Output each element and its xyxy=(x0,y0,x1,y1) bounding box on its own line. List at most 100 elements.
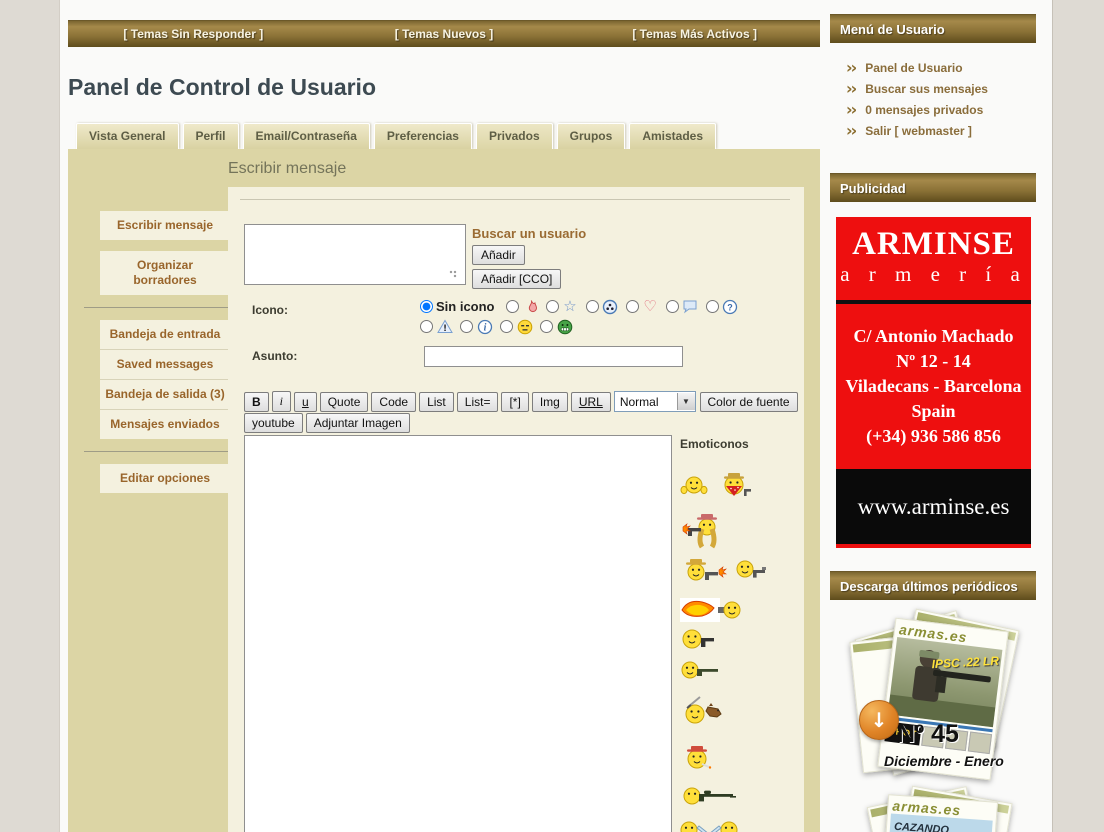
arminse-address-line: Nº 12 - 14 xyxy=(836,349,1031,374)
double-chevron-icon: ›› xyxy=(846,100,855,119)
toolbar-button-color-de-fuente[interactable]: Color de fuente xyxy=(700,392,798,412)
tab-grupos[interactable]: Grupos xyxy=(557,123,626,149)
icon-radio-smiley-grin[interactable] xyxy=(540,320,553,333)
toolbar-button-code[interactable]: Code xyxy=(371,392,416,412)
tab-email-contrase-a[interactable]: Email/Contraseña xyxy=(243,123,370,149)
newspaper-2-caption: CAZANDO xyxy=(894,821,950,832)
top-link-temas-sin-responder[interactable]: [ Temas Sin Responder ] xyxy=(68,27,319,41)
icon-option-heart[interactable]: ♡ xyxy=(626,298,659,315)
emoticon-duel-smileys[interactable] xyxy=(680,817,738,832)
emoticon-machinegun-smiley[interactable] xyxy=(734,557,768,587)
message-textarea[interactable] xyxy=(244,435,672,832)
icon-option-smiley-grin[interactable] xyxy=(540,318,573,335)
format-toolbar-row1: BiuQuoteCodeListList=[*]ImgURLNormal▼Col… xyxy=(244,391,801,412)
toolbar-button-list[interactable]: List= xyxy=(457,392,499,412)
svg-text:?: ? xyxy=(727,302,733,312)
user-menu-item-0-mensajes-privados[interactable]: ››0 mensajes privados xyxy=(846,99,1036,120)
emoticon-pistol-smiley[interactable] xyxy=(680,625,716,653)
icon-option-flame[interactable] xyxy=(506,298,539,315)
info-icon: i xyxy=(476,318,493,335)
emoticon-cowboy-pistol-smiley[interactable] xyxy=(680,555,728,589)
download-arrow-button[interactable]: ↓ xyxy=(859,700,899,740)
compose-heading: Escribir mensaje xyxy=(228,160,346,178)
toolbar-button-url[interactable]: URL xyxy=(571,392,611,412)
icon-option-info[interactable]: i xyxy=(460,318,493,335)
icon-radio-warning[interactable] xyxy=(420,320,433,333)
tab-bar: Vista GeneralPerfilEmail/ContraseñaPrefe… xyxy=(76,122,720,149)
icon-radio-info[interactable] xyxy=(460,320,473,333)
icon-option-question[interactable]: ? xyxy=(706,298,739,315)
issue-number: Nº 45 xyxy=(897,720,959,749)
sidebar-item-organizar-borradores[interactable]: Organizar borradores xyxy=(100,251,230,295)
subject-label: Asunto: xyxy=(252,349,297,363)
icon-radio-heart[interactable] xyxy=(626,300,639,313)
tab-perfil[interactable]: Perfil xyxy=(183,123,239,149)
icon-radio-star[interactable] xyxy=(546,300,559,313)
downloads-header: Descarga últimos periódicos xyxy=(830,571,1036,600)
icon-radio-speech[interactable] xyxy=(666,300,679,313)
sidebar-item-bandeja-de-entrada[interactable]: Bandeja de entrada xyxy=(100,320,230,349)
icon-radio-smiley-neutral[interactable] xyxy=(500,320,513,333)
icon-radio-ball[interactable] xyxy=(586,300,599,313)
toolbar-button-i[interactable]: i xyxy=(272,391,291,412)
sidebar-item-saved-messages[interactable]: Saved messages xyxy=(100,349,230,379)
tab-vista-general[interactable]: Vista General xyxy=(76,123,179,149)
emoticon-wave-smiley[interactable] xyxy=(680,470,708,500)
toolbar-button-quote[interactable]: Quote xyxy=(320,392,369,412)
user-menu-item-salir-webmaster[interactable]: ››Salir [ webmaster ] xyxy=(846,120,1036,141)
toolbar-button-youtube[interactable]: youtube xyxy=(244,413,303,433)
sidebar-item-escribir-mensaje[interactable]: Escribir mensaje xyxy=(100,211,230,240)
arminse-ad[interactable]: ARMINSE a r m e r í a C/ Antonio Machado… xyxy=(836,217,1031,548)
icon-option-none[interactable]: Sin icono xyxy=(420,299,499,314)
icon-option-star[interactable]: ☆ xyxy=(546,298,579,315)
emoticon-cowboy-rifle-smiley[interactable] xyxy=(680,511,726,549)
emoticon-smoking-cowboy-smiley[interactable] xyxy=(680,739,716,775)
emoticon-rifle-smiley[interactable] xyxy=(680,657,720,683)
sidebar-item-editar-opciones[interactable]: Editar opciones xyxy=(100,464,230,493)
icon-option-smiley-neutral[interactable] xyxy=(500,318,533,335)
toolbar-button-[interactable]: [*] xyxy=(501,392,528,412)
icon-option-warning[interactable]: ! xyxy=(420,318,453,335)
user-menu-item-buscar-sus-mensajes[interactable]: ››Buscar sus mensajes xyxy=(846,78,1036,99)
resize-grip-icon[interactable] xyxy=(449,270,457,278)
icon-radio-question[interactable] xyxy=(706,300,719,313)
emoticon-sniper-smiley[interactable] xyxy=(680,781,736,809)
toolbar-button-img[interactable]: Img xyxy=(532,392,568,412)
recipients-textarea[interactable] xyxy=(244,224,466,285)
search-user-label: Buscar un usuario xyxy=(472,226,586,241)
tab-amistades[interactable]: Amistades xyxy=(629,123,716,149)
icon-option-ball[interactable] xyxy=(586,298,619,315)
add-bcc-button[interactable]: Añadir [CCO] xyxy=(472,269,561,289)
icon-option-speech[interactable] xyxy=(666,298,699,315)
add-button[interactable]: Añadir xyxy=(472,245,525,265)
subject-input[interactable] xyxy=(424,346,683,367)
left-nav: Escribir mensaje Organizar borradores Band… xyxy=(100,211,230,493)
smiley-neutral-icon xyxy=(516,318,533,335)
arminse-ad-subtitle: a r m e r í a xyxy=(836,261,1031,287)
icon-radio-flame[interactable] xyxy=(506,300,519,313)
font-size-select-value: Normal xyxy=(615,395,677,409)
top-link-temas-m-s-activos[interactable]: [ Temas Más Activos ] xyxy=(569,27,820,41)
toolbar-button-b[interactable]: B xyxy=(244,392,269,412)
sidebar-item-bandeja-de-salida-3[interactable]: Bandeja de salida (3) xyxy=(100,379,230,409)
sidebar-item-mensajes-enviados[interactable]: Mensajes enviados xyxy=(100,409,230,439)
newspaper-1-photo: IPSC .22 LR xyxy=(888,637,1003,727)
dropdown-arrow-icon[interactable]: ▼ xyxy=(677,393,695,410)
emoticon-flamethrower-smiley[interactable] xyxy=(680,597,742,623)
toolbar-button-adjuntar-imagen[interactable]: Adjuntar Imagen xyxy=(306,413,410,433)
emoticon-horse-sword-smiley[interactable] xyxy=(680,693,724,731)
tab-privados[interactable]: Privados xyxy=(476,123,553,151)
double-chevron-icon: ›› xyxy=(846,121,855,140)
user-menu-item-panel-de-usuario[interactable]: ››Panel de Usuario xyxy=(846,57,1036,78)
emoticon-bandit-smiley[interactable] xyxy=(714,467,754,503)
icon-radio-none[interactable] xyxy=(420,300,433,313)
font-size-select[interactable]: Normal▼ xyxy=(614,391,696,412)
publicidad-header: Publicidad xyxy=(830,173,1036,202)
toolbar-button-u[interactable]: u xyxy=(294,392,317,412)
ball-icon xyxy=(602,298,619,315)
tab-preferencias[interactable]: Preferencias xyxy=(374,123,472,149)
emoticons-label: Emoticonos xyxy=(680,437,749,451)
top-link-temas-nuevos[interactable]: [ Temas Nuevos ] xyxy=(319,27,570,41)
page-title: Panel de Control de Usuario xyxy=(68,74,376,101)
toolbar-button-list[interactable]: List xyxy=(419,392,454,412)
